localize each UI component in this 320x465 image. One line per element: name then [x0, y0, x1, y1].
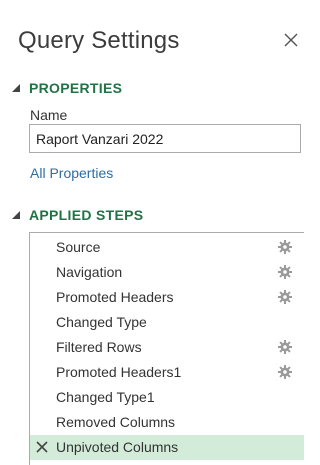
step-promoted-headers1[interactable]: Promoted Headers1: [30, 360, 304, 385]
step-label: Filtered Rows: [56, 339, 142, 355]
step-source[interactable]: Source: [30, 235, 304, 260]
step-label: Removed Columns: [56, 414, 176, 430]
step-label: Promoted Headers: [56, 289, 174, 305]
all-properties-link[interactable]: All Properties: [30, 165, 113, 181]
step-changed-type[interactable]: Changed Type: [30, 310, 304, 335]
gear-icon[interactable]: [278, 340, 292, 354]
gear-icon[interactable]: [278, 240, 292, 254]
collapse-triangle-icon[interactable]: [11, 83, 21, 93]
step-navigation[interactable]: Navigation: [30, 260, 304, 285]
query-name-input[interactable]: [29, 124, 301, 153]
step-label: Changed Type: [56, 314, 147, 330]
step-changed-type1[interactable]: Changed Type1: [30, 385, 304, 410]
step-label: Promoted Headers1: [56, 364, 182, 380]
delete-step-icon[interactable]: [36, 441, 48, 453]
step-label: Source: [56, 239, 101, 255]
step-label: Navigation: [56, 264, 123, 280]
step-removed-columns[interactable]: Removed Columns: [30, 410, 304, 435]
name-label: Name: [30, 107, 68, 123]
applied-steps-heading: APPLIED STEPS: [29, 207, 144, 223]
step-unpivoted-columns[interactable]: Unpivoted Columns: [30, 435, 304, 460]
gear-icon[interactable]: [278, 365, 292, 379]
properties-heading: PROPERTIES: [29, 80, 123, 96]
pane-title: Query Settings: [18, 27, 180, 54]
gear-icon[interactable]: [278, 265, 292, 279]
collapse-triangle-icon[interactable]: [11, 210, 21, 220]
step-promoted-headers[interactable]: Promoted Headers: [30, 285, 304, 310]
gear-icon[interactable]: [278, 290, 292, 304]
applied-steps-list: Source Navigation Promoted Headers Chang…: [29, 232, 304, 465]
step-filtered-rows[interactable]: Filtered Rows: [30, 335, 304, 360]
step-label: Changed Type1: [56, 389, 155, 405]
close-icon[interactable]: [282, 31, 300, 49]
step-label: Unpivoted Columns: [56, 439, 179, 455]
